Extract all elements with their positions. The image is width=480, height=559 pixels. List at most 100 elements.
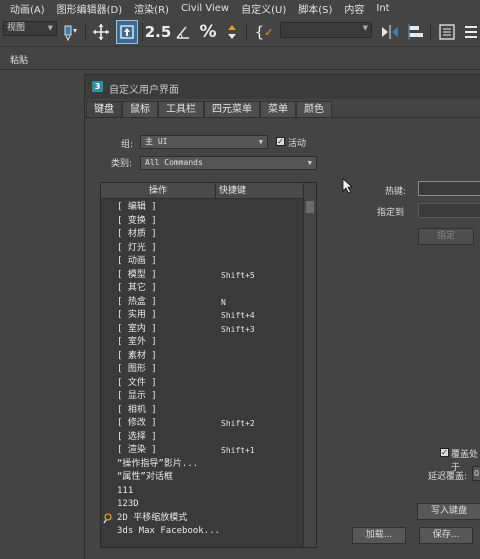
hotkey-field[interactable] [418,181,480,196]
move-icon[interactable] [90,20,112,44]
list-item[interactable]: [ 修改 ] Shift+2 [101,417,304,431]
list-item[interactable]: [ 实用 ] Shift+4 [101,309,304,323]
column-header-shortcut[interactable]: 快捷键 [219,183,246,199]
active-label: 活动 [288,139,307,149]
assign-button[interactable]: 指定 [418,228,474,245]
menu-item[interactable]: 动画(A) [0,1,51,16]
delay-override-field[interactable]: 0 [472,466,480,481]
list-item[interactable]: [ 素材 ] [101,350,304,364]
menu-item[interactable]: Civil View [175,3,235,14]
dialog-titlebar: 3 自定义用户界面 [85,75,480,99]
list-item[interactable]: [ 编辑 ] [101,201,304,215]
view-dropdown[interactable]: 视图 ▼ [3,21,57,36]
percent-snap-icon[interactable]: % [197,20,219,44]
group-label: 组: [121,140,134,150]
assigned-to-field[interactable] [418,203,480,218]
list-item[interactable]: [ 室外 ] [101,336,304,350]
group-dropdown[interactable]: 主 UI ▼ [140,135,268,149]
action-shortcut: Shift+5 [221,270,255,280]
tab-4[interactable]: 菜单 [260,101,296,117]
action-shortcut: Shift+4 [221,311,255,320]
select-object-icon[interactable] [116,20,138,44]
action-name: [ 灯光 ] [117,242,157,253]
load-button[interactable]: 加载... [352,527,406,544]
list-item[interactable]: 111 [101,485,304,499]
list-item[interactable]: 3ds Max Facebook... [101,525,304,539]
tab-3[interactable]: 四元菜单 [204,101,260,117]
action-shortcut: Shift+1 [221,446,255,455]
menu-item[interactable]: Int [370,3,395,14]
mirror-icon[interactable] [378,20,402,44]
paste-button[interactable]: 粘贴 [10,53,28,66]
list-item[interactable]: [ 图形 ] [101,363,304,377]
override-checkbox[interactable]: ✓ [440,448,449,457]
action-name: [ 热盒 ] [117,296,157,307]
align-icon[interactable] [405,20,427,44]
group-dropdown-value: 主 UI [145,137,168,146]
clipboard-bar: 粘贴 [0,48,480,70]
list-item[interactable]: 2D 平移缩放模式 [101,512,304,526]
category-label: 类别: [111,159,133,169]
column-header-action[interactable]: 操作 [101,183,216,199]
action-name: [ 材质 ] [117,229,157,239]
menu-item[interactable]: 渲染(R) [128,1,175,16]
action-name: 111 [117,485,134,496]
tab-0[interactable]: 键盘 [86,101,122,117]
save-button[interactable]: 保存... [419,527,473,544]
angle-snap-icon[interactable] [172,20,194,44]
menu-item[interactable]: 内容 [338,1,370,16]
list-item[interactable]: [ 其它 ] [101,282,304,296]
dialog-tabs: 键盘 鼠标 工具栏 四元菜单 菜单 颜色 [86,101,332,117]
tab-1[interactable]: 鼠标 [122,101,158,117]
list-item[interactable]: [ 模型 ] Shift+5 [101,269,304,283]
action-shortcut: N [221,297,226,307]
list-item[interactable]: [ 动画 ] [101,255,304,269]
menu-item[interactable]: 脚本(S) [292,1,338,16]
list-item[interactable]: [ 相机 ] [101,404,304,418]
action-name: [ 模型 ] [117,269,157,280]
list-item[interactable]: [ 灯光 ] [101,242,304,256]
action-shortcut: Shift+3 [221,324,255,334]
action-name: [ 显示 ] [117,391,157,401]
action-list-scrollbar[interactable] [303,183,316,547]
list-item[interactable]: 123D [101,498,304,512]
hotkey-label: 热键: [385,187,407,197]
scrollbar-thumb[interactable] [306,201,314,213]
viewport-area [0,71,84,559]
list-item[interactable]: [ 文件 ] [101,377,304,391]
menu-item[interactable]: 图形编辑器(D) [51,1,129,16]
action-name: 123D [117,499,139,509]
active-checkbox[interactable]: ✓ [276,137,285,146]
spinner-snap-icon[interactable] [222,20,242,44]
tab-5[interactable]: 颜色 [296,101,332,117]
action-name: [ 室外 ] [117,337,157,347]
list-item[interactable]: [ 材质 ] [101,228,304,242]
list-item[interactable]: “操作指导”影片... [101,458,304,472]
named-selection-icon[interactable]: {✓ [252,20,276,44]
menu-bar: 动画(A) 图形编辑器(D) 渲染(R) Civil View 自定义(U) 脚本(S) 内… [0,0,480,17]
action-name: [ 实用 ] [117,310,157,320]
list-item[interactable]: [ 变换 ] [101,215,304,229]
list-item[interactable]: [ 渲染 ] Shift+1 [101,444,304,458]
action-list[interactable]: 操作 快捷键 [ 编辑 ] [ 变换 ] [ 材质 ] [ 灯光 ] [ 动画 ] [ 模… [100,182,317,548]
snap-toggle-icon[interactable]: 2.5 [145,20,172,44]
selection-set-dropdown[interactable]: ▼ [280,22,372,38]
list-item[interactable]: [ 热盒 ] N [101,296,304,310]
list-item[interactable]: “属性”对话框 [101,471,304,485]
action-name: “属性”对话框 [117,472,173,482]
chevron-down-icon: ▼ [47,24,53,32]
tab-2[interactable]: 工具栏 [158,101,204,117]
action-name: [ 动画 ] [117,256,157,266]
category-dropdown[interactable]: All Commands ▼ [140,156,317,170]
layer-explorer-icon[interactable] [462,20,480,44]
menu-item[interactable]: 自定义(U) [235,1,292,16]
chevron-down-icon: ▼ [307,159,312,167]
action-name: [ 变换 ] [117,215,157,226]
axis-constraint-icon[interactable] [60,20,82,44]
list-item[interactable]: [ 选择 ] [101,431,304,445]
scene-explorer-icon[interactable] [436,20,458,44]
list-item[interactable]: [ 显示 ] [101,390,304,404]
list-item[interactable]: [ 室内 ] Shift+3 [101,323,304,337]
write-keyboard-button[interactable]: 写入键盘 [417,503,480,520]
action-list-header: 操作 快捷键 [101,183,304,199]
